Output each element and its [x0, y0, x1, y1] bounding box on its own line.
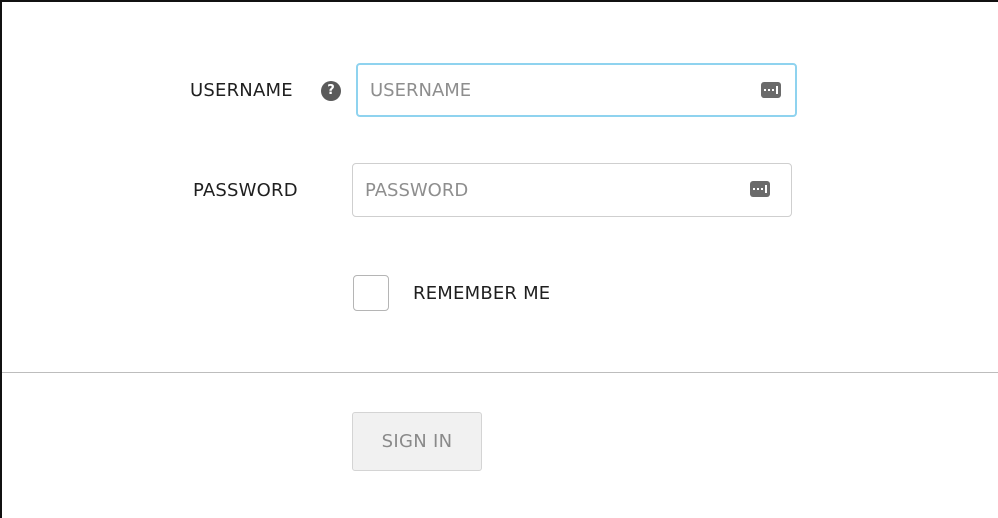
password-field[interactable]	[352, 163, 792, 217]
password-input[interactable]	[365, 164, 725, 216]
remember-me-label[interactable]: REMEMBER ME	[413, 283, 550, 304]
password-manager-key-icon[interactable]	[750, 181, 770, 197]
username-field[interactable]	[356, 63, 797, 117]
section-divider	[2, 372, 998, 373]
help-icon[interactable]: ?	[321, 81, 341, 101]
username-label: USERNAME	[190, 80, 293, 101]
remember-me-checkbox[interactable]	[353, 275, 389, 311]
password-manager-key-icon[interactable]	[761, 82, 781, 98]
password-label: PASSWORD	[193, 180, 298, 201]
sign-in-button[interactable]: SIGN IN	[352, 412, 482, 471]
username-input[interactable]	[370, 65, 730, 115]
